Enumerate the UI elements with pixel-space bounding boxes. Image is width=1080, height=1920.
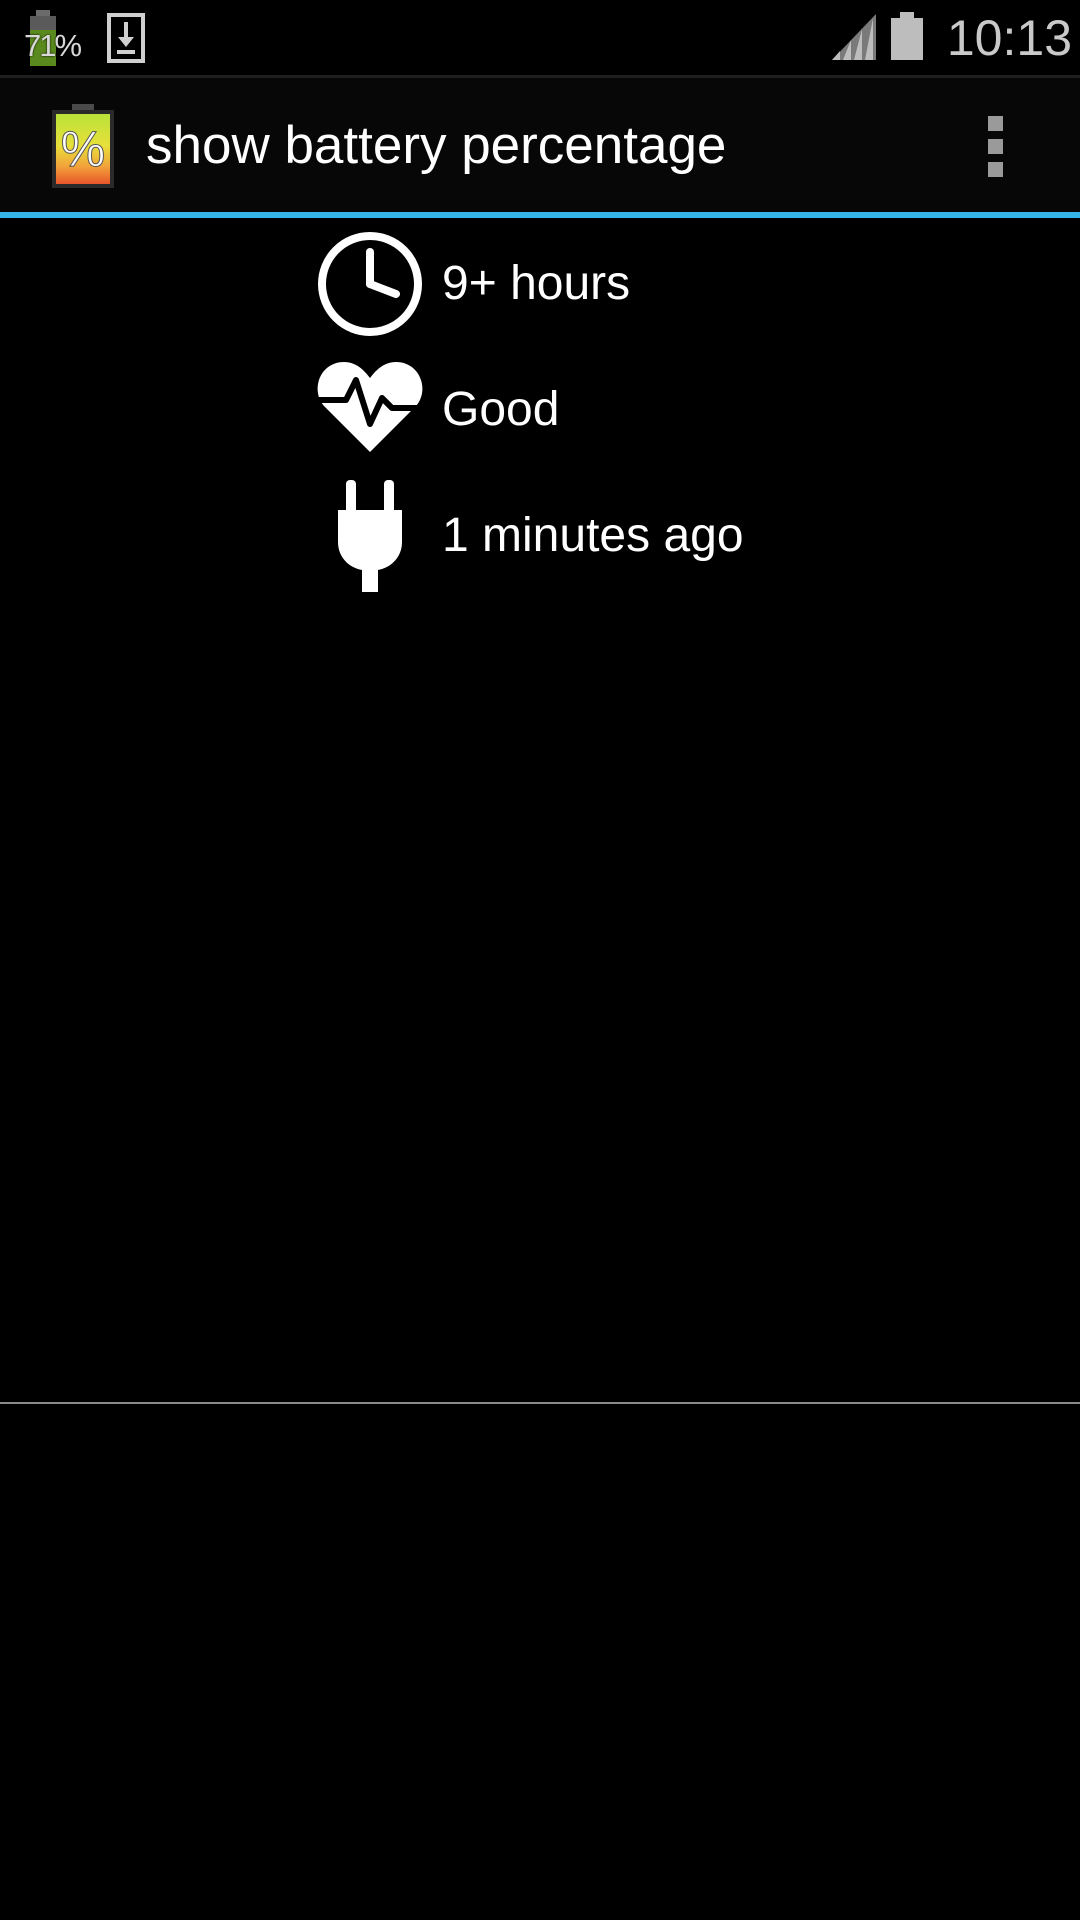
time-remaining-row: 9+ hours — [316, 228, 1016, 354]
health-row: Good — [316, 354, 1016, 480]
clock-icon — [316, 228, 424, 340]
battery-percentage-app-icon[interactable]: % — [50, 104, 116, 188]
plug-icon — [316, 480, 424, 592]
download-icon — [107, 13, 145, 63]
battery-notification-percent: 71% — [24, 28, 82, 63]
battery-info-list: 9+ hours Good 1 minutes ago — [316, 228, 1016, 606]
overflow-menu-icon[interactable] — [970, 108, 1022, 184]
heart-pulse-icon — [316, 354, 424, 466]
svg-text:%: % — [61, 121, 105, 177]
bottom-divider — [0, 1402, 1080, 1404]
time-remaining-value: 9+ hours — [442, 257, 631, 310]
action-bar: % show battery percentage — [0, 78, 1080, 212]
app-title: show battery percentage — [146, 116, 727, 175]
battery-icon — [890, 12, 924, 60]
signal-icon — [832, 14, 876, 60]
status-clock: 10:13 — [946, 10, 1072, 66]
last-plugged-row: 1 minutes ago — [316, 480, 1016, 606]
last-plugged-value: 1 minutes ago — [442, 509, 744, 562]
action-bar-accent-line — [0, 212, 1080, 218]
health-value: Good — [442, 383, 560, 436]
battery-percent-notification-icon: 71% — [22, 10, 86, 66]
status-bar: 71% 10:13 — [0, 0, 1080, 75]
